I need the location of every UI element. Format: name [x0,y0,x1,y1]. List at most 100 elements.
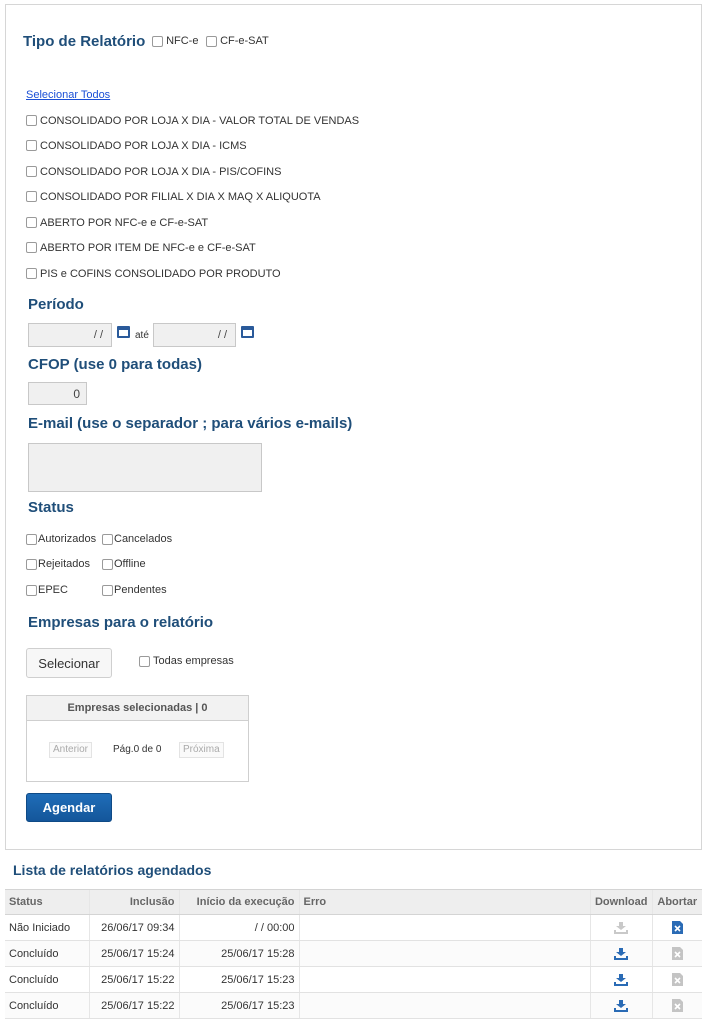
report-checkbox[interactable] [26,267,37,279]
col-abortar: Abortar [651,889,702,915]
status-option[interactable]: EPEC [26,584,68,596]
status-checkbox[interactable] [26,558,37,570]
col-status: Status [5,889,89,915]
periodo-start-input[interactable] [28,323,112,347]
report-checkbox[interactable] [26,165,37,177]
selected-companies-header: Empresas selecionadas | 0 [27,696,248,721]
page-indicator: Pág.0 de 0 [113,744,162,755]
scheduled-reports-table: Status Inclusão Início da execução Erro … [5,889,702,1019]
email-textarea[interactable] [28,443,262,492]
report-label: CONSOLIDADO POR FILIAL X DIA X MAQ X ALI… [40,191,321,203]
schedule-button[interactable]: Agendar [26,793,112,822]
cfop-title: CFOP (use 0 para todas) [28,356,202,373]
status-option[interactable]: Cancelados [102,533,172,545]
abort-icon [671,999,683,1012]
report-form-panel: Tipo de Relatório NFC-e CF-e-SAT Selecio… [5,4,702,850]
tipo-cfesat-option[interactable]: CF-e-SAT [206,35,269,47]
report-checkbox[interactable] [26,216,37,228]
abort-cell [651,914,702,941]
report-checkbox[interactable] [26,114,37,126]
tipo-nfce-label: NFC-e [166,35,199,47]
download-cell [589,940,652,967]
report-label: CONSOLIDADO POR LOJA X DIA - VALOR TOTAL… [40,115,360,127]
row-status: Concluído [5,940,89,967]
row-erro [298,940,591,967]
abort-cell [651,992,702,1019]
status-checkbox[interactable] [102,584,113,596]
abort-icon[interactable] [671,921,683,934]
select-all-link[interactable]: Selecionar Todos [26,89,110,101]
report-checkbox[interactable] [26,190,37,202]
selected-companies-box: Empresas selecionadas | 0 Anterior Pág.0… [26,695,249,782]
download-cell [589,992,652,1019]
download-icon[interactable] [614,973,629,986]
row-erro [298,914,591,941]
next-page-button[interactable]: Próxima [179,742,224,758]
report-option[interactable]: CONSOLIDADO POR LOJA X DIA - PIS/COFINS [26,165,281,179]
table-row: Concluído 25/06/17 15:24 25/06/17 15:28 [5,940,702,967]
status-option[interactable]: Offline [102,558,146,570]
report-option[interactable]: ABERTO POR ITEM DE NFC-e e CF-e-SAT [26,241,256,255]
tipo-nfce-option[interactable]: NFC-e [152,35,198,47]
report-option[interactable]: CONSOLIDADO POR LOJA X DIA - VALOR TOTAL… [26,114,359,128]
report-label: ABERTO POR NFC-e e CF-e-SAT [40,217,209,229]
tipo-cfesat-checkbox[interactable] [206,35,217,47]
row-inclusao: 25/06/17 15:24 [88,940,179,967]
row-erro [298,992,591,1019]
status-option[interactable]: Rejeitados [26,558,90,570]
download-cell [589,966,652,993]
status-checkbox[interactable] [26,584,37,596]
status-label: Rejeitados [38,558,90,570]
status-option[interactable]: Autorizados [26,533,96,545]
status-checkbox[interactable] [102,533,113,545]
status-checkbox[interactable] [102,558,113,570]
download-icon[interactable] [614,947,629,960]
abort-icon [671,973,683,986]
row-status: Concluído [5,966,89,993]
table-row: Concluído 25/06/17 15:22 25/06/17 15:23 [5,992,702,1019]
calendar-icon[interactable] [117,326,130,338]
empresas-title: Empresas para o relatório [28,614,214,631]
report-option[interactable]: CONSOLIDADO POR LOJA X DIA - ICMS [26,139,247,153]
report-label: PIS e COFINS CONSOLIDADO POR PRODUTO [40,268,281,280]
col-download: Download [589,889,652,915]
all-companies-checkbox[interactable] [139,655,150,667]
row-status: Não Iniciado [5,914,89,941]
status-checkbox[interactable] [26,533,37,545]
all-companies-option[interactable]: Todas empresas [139,655,234,667]
report-option[interactable]: CONSOLIDADO POR FILIAL X DIA X MAQ X ALI… [26,190,321,204]
abort-icon [671,947,683,960]
report-checkbox[interactable] [26,139,37,151]
calendar-icon[interactable] [241,326,254,338]
row-inicio: 25/06/17 15:23 [178,992,299,1019]
row-status: Concluído [5,992,89,1019]
status-option[interactable]: Pendentes [102,584,167,596]
periodo-end-input[interactable] [153,323,236,347]
status-title: Status [28,499,74,516]
abort-cell [651,940,702,967]
row-erro [298,966,591,993]
download-cell [589,914,652,941]
report-option[interactable]: ABERTO POR NFC-e e CF-e-SAT [26,216,208,230]
scheduled-list-title: Lista de relatórios agendados [13,862,212,878]
row-inicio: / / 00:00 [178,914,299,941]
report-option[interactable]: PIS e COFINS CONSOLIDADO POR PRODUTO [26,267,281,281]
table-row: Não Iniciado 26/06/17 09:34 / / 00:00 [5,914,702,941]
report-checkbox[interactable] [26,241,37,253]
periodo-title: Período [28,296,84,313]
col-erro: Erro [298,889,591,915]
col-inclusao: Inclusão [88,889,179,915]
table-header-row: Status Inclusão Início da execução Erro … [5,889,702,915]
tipo-nfce-checkbox[interactable] [152,35,163,47]
status-label: Offline [114,558,146,570]
status-label: Autorizados [38,533,97,545]
select-companies-button[interactable]: Selecionar [26,648,112,678]
row-inclusao: 25/06/17 15:22 [88,992,179,1019]
download-icon[interactable] [614,999,629,1012]
periodo-ate-label: até [135,330,149,341]
email-title: E-mail (use o separador ; para vários e-… [28,415,353,432]
cfop-input[interactable] [28,382,87,405]
tipo-cfesat-label: CF-e-SAT [220,35,269,47]
report-label: CONSOLIDADO POR LOJA X DIA - PIS/COFINS [40,166,282,178]
prev-page-button[interactable]: Anterior [49,742,93,758]
